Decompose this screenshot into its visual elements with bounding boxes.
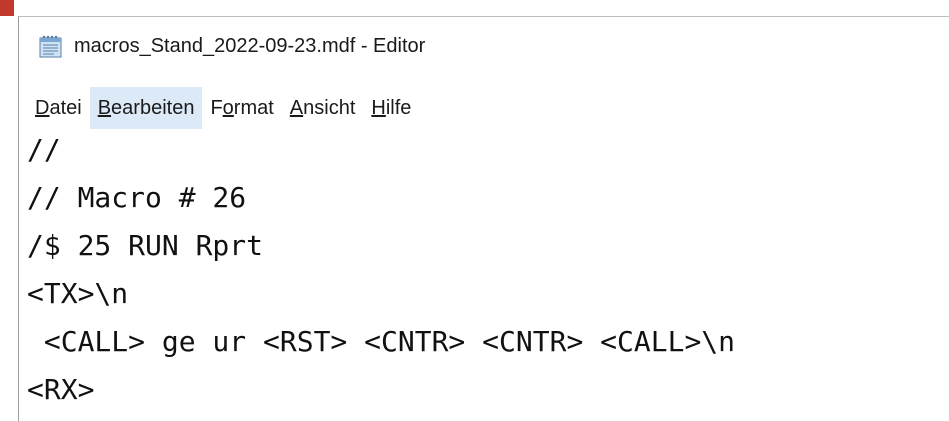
notepad-window: macros_Stand_2022-09-23.mdf - Editor Dat… [18,16,949,421]
editor-line[interactable]: <TX>\n [27,277,128,311]
editor-line[interactable]: // [27,133,61,167]
menu-item-format[interactable]: Fo rmat [202,87,281,129]
screen: macros_Stand_2022-09-23.mdf - Editor Dat… [0,0,949,421]
menu-item-ansicht[interactable]: Ansicht [282,87,364,129]
menu-item-datei[interactable]: Datei [19,87,90,129]
background-window-strip [0,0,949,16]
menu-item-hilfe[interactable]: Hilfe [363,87,419,129]
editor-line[interactable]: <CALL> ge ur <RST> <CNTR> <CNTR> <CALL>\… [27,325,735,359]
editor-line[interactable]: /$ 25 RUN Rprt [27,229,263,263]
menu-label-mnemonic: o [222,96,234,119]
text-editor-area[interactable]: // // Macro # 26 /$ 25 RUN Rprt <TX>\n <… [19,133,949,421]
menu-label-mnemonic: D [35,96,50,119]
menu-label-post: atei [49,96,82,119]
notepad-icon [38,34,64,58]
editor-line[interactable]: <RX> [27,373,94,407]
background-window-accent [0,0,14,16]
window-title: macros_Stand_2022-09-23.mdf - Editor [74,34,426,57]
menu-label-post: ilfe [385,96,412,119]
menu-label-post: earbeiten [111,96,195,119]
menu-bar: Datei Bearbeiten Fo rmat Ansicht Hilfe [19,87,949,129]
menu-label-mnemonic: B [97,96,112,119]
editor-line[interactable]: // Macro # 26 [27,181,246,215]
menu-label-mnemonic: H [371,96,386,119]
menu-label-pre: F [210,96,223,119]
menu-label-post: nsicht [303,96,356,119]
title-bar[interactable]: macros_Stand_2022-09-23.mdf - Editor [19,17,949,75]
menu-label-mnemonic: A [289,96,304,119]
menu-item-bearbeiten[interactable]: Bearbeiten [89,87,203,129]
menu-label-post: rmat [233,96,274,119]
